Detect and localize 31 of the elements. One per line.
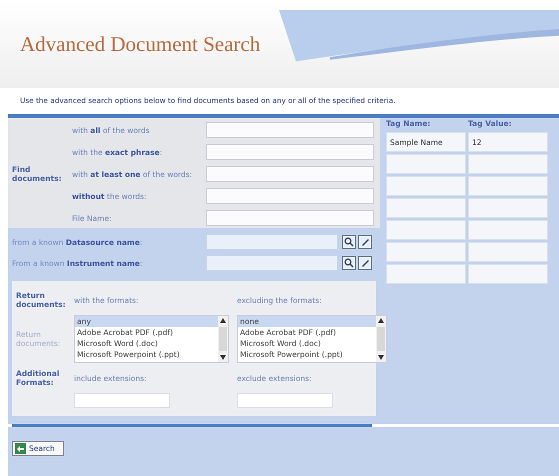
input-field[interactable] xyxy=(206,166,374,182)
input-field[interactable] xyxy=(206,210,374,226)
input-field[interactable] xyxy=(386,220,466,240)
input-field[interactable] xyxy=(468,176,548,196)
arrow-icon xyxy=(15,443,26,454)
input-field[interactable] xyxy=(206,234,338,250)
input-field[interactable] xyxy=(237,393,333,408)
input-field[interactable] xyxy=(468,220,548,240)
input-field[interactable] xyxy=(206,188,374,204)
input-field[interactable] xyxy=(386,242,466,262)
scroll-down-icon[interactable] xyxy=(220,355,226,360)
input-field[interactable] xyxy=(468,264,548,284)
scroll-up-icon[interactable] xyxy=(220,318,226,323)
input-field[interactable] xyxy=(386,154,466,174)
pencil-icon[interactable] xyxy=(358,235,372,249)
input-field[interactable] xyxy=(386,198,466,218)
input-field[interactable] xyxy=(468,198,548,218)
input-field[interactable] xyxy=(468,242,548,262)
page-title: Advanced Document Search xyxy=(20,32,260,56)
search-icon[interactable] xyxy=(342,235,356,249)
input-field[interactable] xyxy=(206,122,374,138)
scroll-down-icon[interactable] xyxy=(378,355,384,360)
input-field[interactable] xyxy=(468,154,548,174)
pencil-icon[interactable] xyxy=(358,256,372,270)
input-field[interactable] xyxy=(206,144,374,160)
scroll-up-icon[interactable] xyxy=(378,318,384,323)
input-field[interactable] xyxy=(386,264,466,284)
input-field[interactable] xyxy=(386,176,466,196)
input-field[interactable] xyxy=(74,393,170,408)
input-field[interactable] xyxy=(206,255,338,271)
search-icon[interactable] xyxy=(342,256,356,270)
